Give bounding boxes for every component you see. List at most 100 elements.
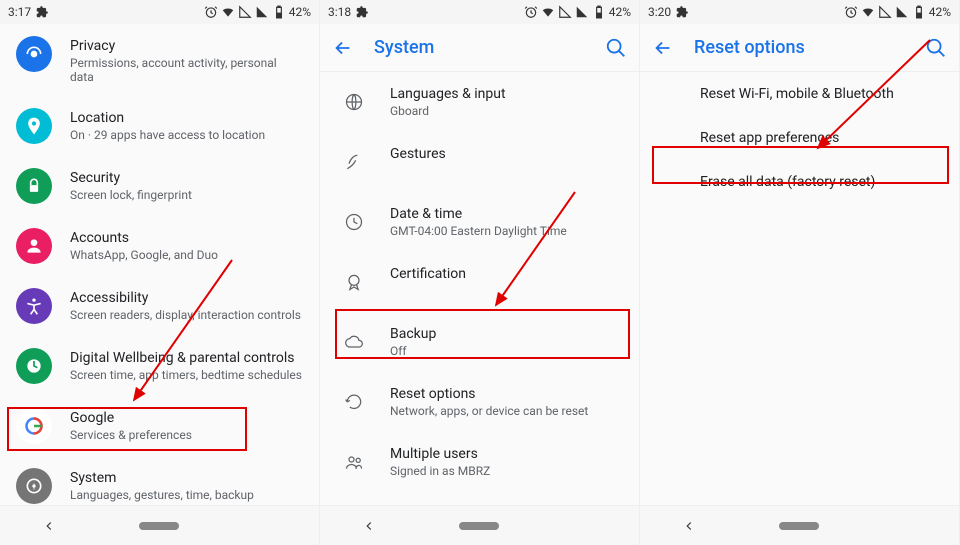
system-item-gestures[interactable]: Gestures <box>320 132 639 192</box>
page-title: Reset options <box>694 37 925 58</box>
nav-bar <box>0 505 319 545</box>
system-list: Languages & input Gboard Gestures Date & ti… <box>320 72 639 505</box>
item-subtitle: Languages, gestures, time, backup <box>70 488 303 502</box>
nav-back-icon[interactable] <box>682 519 696 533</box>
location-icon <box>16 108 52 144</box>
signal-icon-2 <box>255 5 269 19</box>
item-title: Location <box>70 110 303 126</box>
item-subtitle: Screen readers, display, interaction con… <box>70 308 303 322</box>
nav-home-pill[interactable] <box>779 522 819 530</box>
item-title: Privacy <box>70 38 303 54</box>
item-subtitle: Signed in as MBRZ <box>390 464 623 478</box>
settings-item-accessibility[interactable]: Accessibility Screen readers, display, in… <box>0 276 319 336</box>
signal-icon <box>238 5 252 19</box>
alarm-icon <box>524 5 538 19</box>
svg-text:i: i <box>33 482 35 492</box>
settings-item-privacy[interactable]: Privacy Permissions, account activity, pe… <box>0 24 319 96</box>
search-icon[interactable] <box>925 37 947 59</box>
screen-1: 3:17 42% Privacy Permissions, account act… <box>0 0 320 545</box>
system-item-datetime[interactable]: Date & time GMT-04:00 Eastern Daylight Ti… <box>320 192 639 252</box>
nav-home-pill[interactable] <box>459 522 499 530</box>
system-item-update[interactable]: System updateUpdated to Android 10 <box>320 492 639 505</box>
back-icon[interactable] <box>652 37 674 59</box>
item-title: Accounts <box>70 230 303 246</box>
wellbeing-icon <box>16 348 52 384</box>
nav-back-icon[interactable] <box>362 519 376 533</box>
battery-pct: 42% <box>929 5 951 19</box>
system-icon: i <box>16 468 52 504</box>
reset-list: Reset Wi-Fi, mobile & BluetoothReset app… <box>640 72 959 505</box>
nav-bar <box>640 505 959 545</box>
item-title: Certification <box>390 266 623 282</box>
settings-list: Privacy Permissions, account activity, pe… <box>0 24 319 505</box>
alarm-icon <box>844 5 858 19</box>
search-icon[interactable] <box>605 37 627 59</box>
item-subtitle: Off <box>390 344 623 358</box>
reset-icon <box>336 384 372 420</box>
battery-icon <box>272 5 286 19</box>
system-item-reset[interactable]: Reset optionsNetwork, apps, or device ca… <box>320 372 639 432</box>
item-title: Reset options <box>390 386 623 402</box>
status-time: 3:18 <box>328 5 351 19</box>
system-item-backup[interactable]: BackupOff <box>320 312 639 372</box>
reset-item-resetapp[interactable]: Reset app preferences <box>640 116 959 160</box>
item-subtitle: Permissions, account activity, personal … <box>70 56 303 84</box>
clock-icon <box>336 204 372 240</box>
reset-item-resetwifi[interactable]: Reset Wi-Fi, mobile & Bluetooth <box>640 72 959 116</box>
battery-pct: 42% <box>289 5 311 19</box>
status-bar: 3:20 42% <box>640 0 959 24</box>
battery-icon <box>912 5 926 19</box>
item-subtitle: Services & preferences <box>70 428 303 442</box>
item-title: Multiple users <box>390 446 623 462</box>
screen-3: 3:20 42% Reset options Reset Wi-Fi, mobi… <box>640 0 960 545</box>
settings-item-security[interactable]: SecurityScreen lock, fingerprint <box>0 156 319 216</box>
gestures-icon <box>336 144 372 180</box>
alarm-icon <box>204 5 218 19</box>
signal-icon <box>558 5 572 19</box>
status-bar: 3:17 42% <box>0 0 319 24</box>
item-subtitle: Screen time, app timers, bedtime schedul… <box>70 368 303 382</box>
puzzle-icon <box>35 5 49 19</box>
settings-item-location[interactable]: Location On · 29 apps have access to loca… <box>0 96 319 156</box>
system-item-multiusers[interactable]: Multiple users Signed in as MBRZ <box>320 432 639 492</box>
item-title: Languages & input <box>390 86 623 102</box>
app-bar: Reset options <box>640 24 959 72</box>
settings-item-google[interactable]: Google Services & preferences <box>0 396 319 456</box>
page-title: System <box>374 37 605 58</box>
settings-item-wellbeing[interactable]: Digital Wellbeing & parental controls Scr… <box>0 336 319 396</box>
cloud-icon <box>336 324 372 360</box>
nav-home-pill[interactable] <box>139 522 179 530</box>
reset-item-erase[interactable]: Erase all data (factory reset) <box>640 160 959 204</box>
item-title: Accessibility <box>70 290 303 306</box>
status-bar: 3:18 42% <box>320 0 639 24</box>
app-bar: System <box>320 24 639 72</box>
item-title: System <box>70 470 303 486</box>
wifi-icon <box>541 5 555 19</box>
item-subtitle: On · 29 apps have access to location <box>70 128 303 142</box>
privacy-icon <box>16 36 52 72</box>
system-item-languages[interactable]: Languages & input Gboard <box>320 72 639 132</box>
settings-item-system[interactable]: i System Languages, gestures, time, backup <box>0 456 319 505</box>
status-time: 3:20 <box>648 5 671 19</box>
back-icon[interactable] <box>332 37 354 59</box>
item-title: Digital Wellbeing & parental controls <box>70 350 303 366</box>
nav-bar <box>320 505 639 545</box>
item-title: Date & time <box>390 206 623 222</box>
accessibility-icon <box>16 288 52 324</box>
item-subtitle: Screen lock, fingerprint <box>70 188 303 202</box>
item-title: Google <box>70 410 303 426</box>
status-time: 3:17 <box>8 5 31 19</box>
item-subtitle: Gboard <box>390 104 623 118</box>
users-icon <box>336 444 372 480</box>
signal-icon-2 <box>895 5 909 19</box>
puzzle-icon <box>355 5 369 19</box>
battery-pct: 42% <box>609 5 631 19</box>
nav-back-icon[interactable] <box>42 519 56 533</box>
system-item-certification[interactable]: Certification <box>320 252 639 312</box>
settings-item-accounts[interactable]: AccountsWhatsApp, Google, and Duo <box>0 216 319 276</box>
item-title: Gestures <box>390 146 623 162</box>
accounts-icon <box>16 228 52 264</box>
cert-icon <box>336 264 372 300</box>
item-subtitle: GMT-04:00 Eastern Daylight Time <box>390 224 623 238</box>
google-icon <box>16 408 52 444</box>
